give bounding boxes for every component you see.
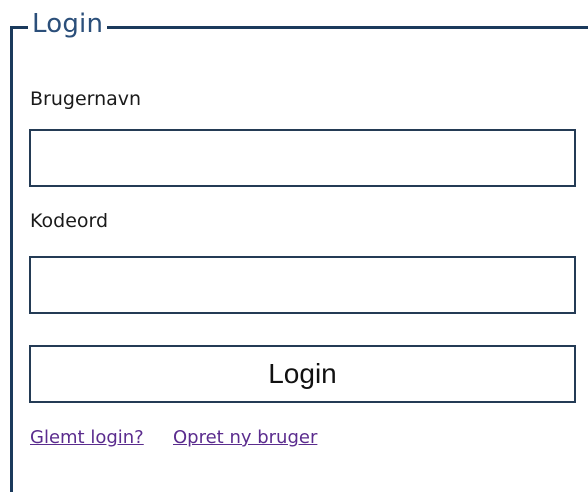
- forgot-login-link[interactable]: Glemt login?: [30, 426, 144, 450]
- password-label: Kodeord: [30, 210, 109, 232]
- username-input[interactable]: [29, 129, 576, 187]
- create-user-link[interactable]: Opret ny bruger: [173, 426, 317, 450]
- username-label: Brugernavn: [30, 88, 142, 110]
- password-input[interactable]: [29, 256, 576, 314]
- login-button[interactable]: Login: [29, 345, 576, 403]
- login-legend: Login: [28, 9, 108, 39]
